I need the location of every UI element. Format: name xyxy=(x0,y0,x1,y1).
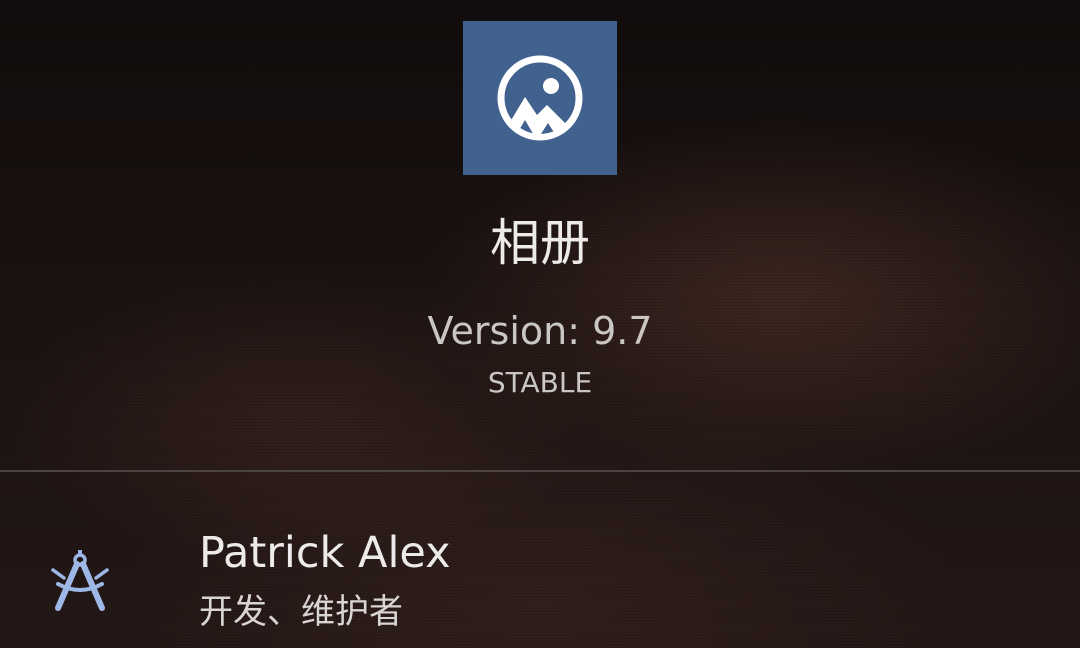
compass-drafting-icon xyxy=(51,550,109,611)
developer-name: Patrick Alex xyxy=(199,528,451,578)
app-name: 相册 xyxy=(490,214,590,272)
app-icon xyxy=(463,21,617,175)
developer-row[interactable]: Patrick Alex 开发、维护者 xyxy=(0,472,1080,648)
release-channel: STABLE xyxy=(487,366,593,399)
developer-role: 开发、维护者 xyxy=(199,592,403,632)
gallery-mountains-icon xyxy=(497,55,583,141)
version-text: Version: 9.7 xyxy=(427,309,653,353)
